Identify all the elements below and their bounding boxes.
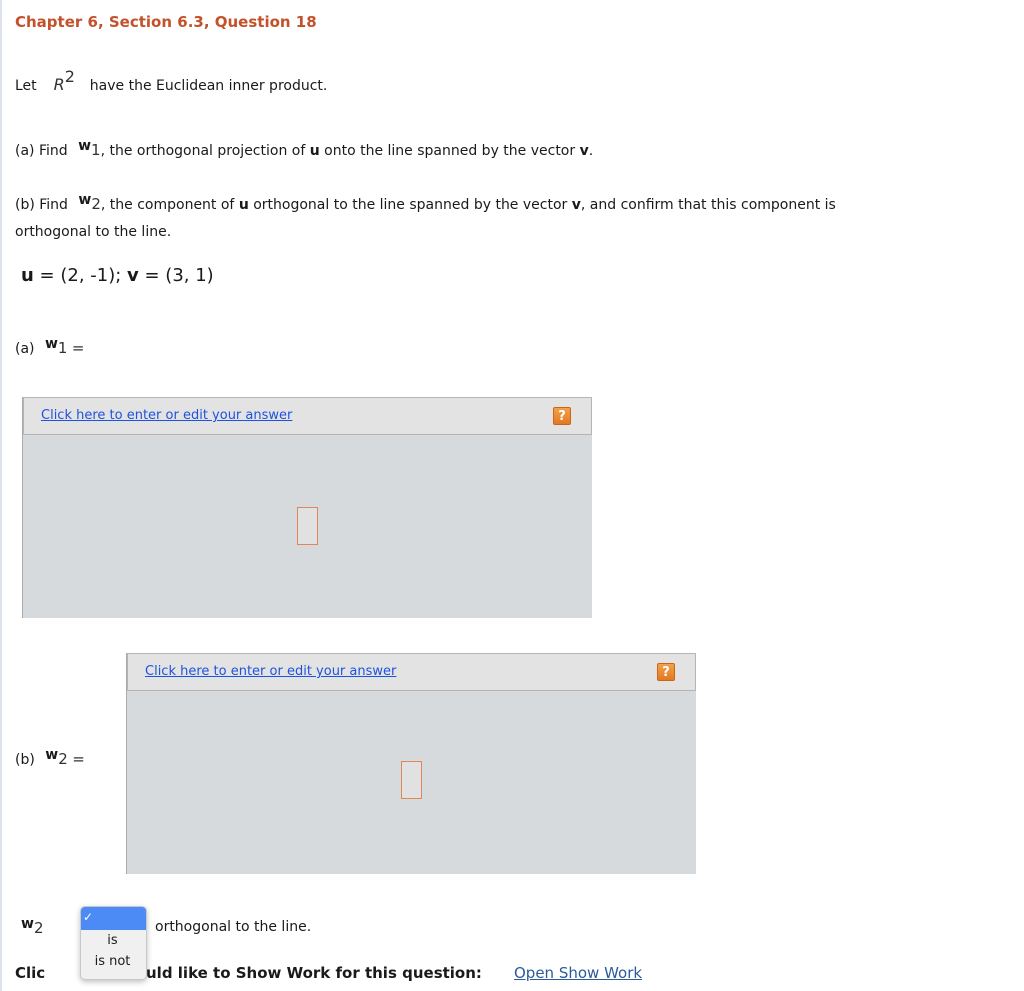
dropdown-option-blank[interactable]: ✓ <box>81 907 146 930</box>
help-icon[interactable]: ? <box>553 407 571 425</box>
page-left-border <box>0 0 2 991</box>
dropdown-option-is-label: is <box>107 933 118 948</box>
intro-post: have the Euclidean inner product. <box>89 78 328 94</box>
w2-vector: w <box>45 747 59 763</box>
part-a-prefix: (a) Find <box>15 143 68 159</box>
part-b-text-1: , the component of <box>100 197 239 213</box>
w1-vector: w <box>44 336 58 352</box>
dropdown-option-is[interactable]: is <box>81 930 146 951</box>
answer-b-label: (b) w2 = <box>15 747 85 768</box>
w2-vector: w <box>21 916 34 932</box>
question-title: Chapter 6, Section 6.3, Question 18 <box>15 13 317 31</box>
part-b-line2: orthogonal to the line. <box>15 224 172 240</box>
intro-pre: Let <box>15 78 37 94</box>
equals-sign: = <box>71 339 85 357</box>
confirm-vector: w2 <box>21 916 44 937</box>
space-exponent: 2 <box>64 67 75 86</box>
dropdown-option-is-not[interactable]: is not <box>81 951 146 972</box>
answer-a-prefix: (a) <box>15 341 35 357</box>
help-icon[interactable]: ? <box>657 663 675 681</box>
part-b-prefix: (b) Find <box>15 197 68 213</box>
w2-vector: w <box>78 192 92 208</box>
enter-answer-link-b[interactable]: Click here to enter or edit your answer <box>145 664 396 679</box>
equals-sign: = <box>72 750 85 768</box>
open-show-work-link[interactable]: Open Show Work <box>514 964 642 982</box>
u-value: = (2, -1); <box>33 265 128 286</box>
space-symbol: R <box>53 75 65 94</box>
part-b-instruction: (b) Find w2, the component of u orthogon… <box>15 192 836 213</box>
w1-subscript: 1 <box>91 141 101 159</box>
bold-u: u <box>309 143 320 159</box>
bold-v: v <box>579 143 589 159</box>
intro-line: Let R2 have the Euclidean inner product. <box>15 67 328 94</box>
w1-subscript: 1 <box>57 339 68 357</box>
part-b-text-3: , and confirm that this component is <box>580 197 836 213</box>
answer-box-b[interactable]: Click here to enter or edit your answer … <box>126 653 696 874</box>
open-show-work-wrap: Open Show Work <box>514 964 642 982</box>
w2-subscript: 2 <box>58 750 68 768</box>
is-orthogonal-dropdown[interactable]: ✓ is is not <box>80 906 147 980</box>
u-label: u <box>21 265 34 286</box>
w2-subscript: 2 <box>91 195 101 213</box>
w2-subscript: 2 <box>33 919 44 937</box>
bold-v: v <box>571 197 581 213</box>
v-label: v <box>127 265 139 286</box>
part-b-text-2: orthogonal to the line spanned by the ve… <box>248 197 572 213</box>
bold-u: u <box>238 197 249 213</box>
part-a-text-3: . <box>588 143 594 159</box>
part-a-text-2: onto the line spanned by the vector <box>319 143 580 159</box>
answer-b-prefix: (b) <box>15 752 35 768</box>
answer-a-label: (a) w1 = <box>15 336 85 357</box>
answer-placeholder-b[interactable] <box>401 761 422 799</box>
show-work-text-left: Clic <box>15 964 46 982</box>
answer-placeholder-a[interactable] <box>297 507 318 545</box>
part-a-instruction: (a) Find w1, the orthogonal projection o… <box>15 138 594 159</box>
dropdown-option-is-not-label: is not <box>94 954 131 969</box>
confirm-text: orthogonal to the line. <box>155 919 312 935</box>
part-a-text-1: , the orthogonal projection of <box>100 143 310 159</box>
enter-answer-link-a[interactable]: Click here to enter or edit your answer <box>41 408 292 423</box>
answer-box-a-header: Click here to enter or edit your answer … <box>23 397 592 435</box>
w1-vector: w <box>78 138 92 154</box>
answer-box-a[interactable]: Click here to enter or edit your answer … <box>22 397 592 618</box>
show-work-text-right: uld like to Show Work for this question: <box>146 964 482 982</box>
answer-box-b-header: Click here to enter or edit your answer … <box>127 653 696 691</box>
given-vectors: u = (2, -1); v = (3, 1) <box>21 265 214 286</box>
checkmark-icon: ✓ <box>83 910 94 924</box>
v-value: = (3, 1) <box>138 265 214 286</box>
